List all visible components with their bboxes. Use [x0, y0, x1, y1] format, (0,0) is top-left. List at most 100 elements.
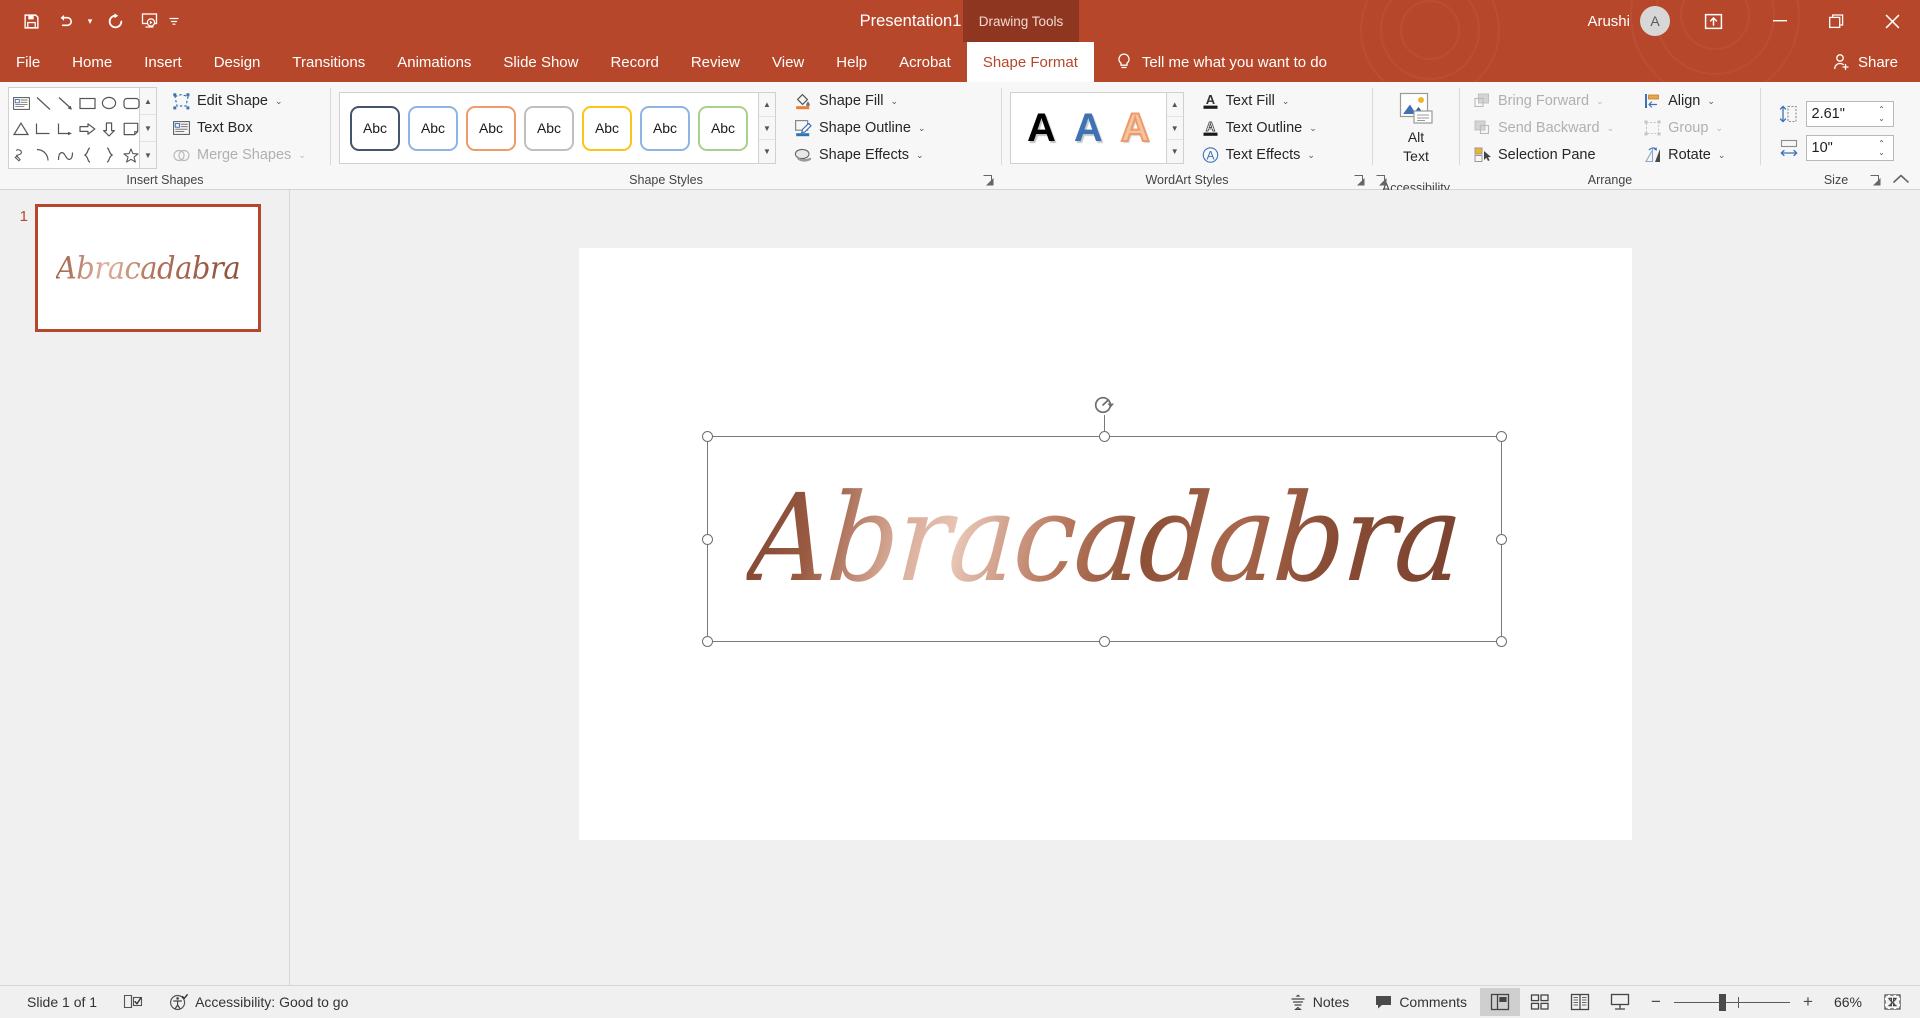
rounded-rectangle-shape-icon[interactable] — [121, 92, 141, 114]
tab-slide-show[interactable]: Slide Show — [487, 42, 594, 82]
normal-view-button[interactable] — [1480, 988, 1520, 1016]
notes-button[interactable]: Notes — [1277, 987, 1363, 1017]
resize-handle-bottom-left[interactable] — [701, 636, 713, 647]
zoom-slider-track[interactable] — [1674, 993, 1790, 1011]
shape-effects-dropdown-icon[interactable]: ⌄ — [916, 150, 924, 161]
resize-handle-bottom-right[interactable] — [1495, 636, 1507, 647]
shape-fill-button[interactable]: Shape Fill ⌄ — [788, 88, 931, 114]
tab-file[interactable]: File — [0, 42, 56, 82]
triangle-shape-icon[interactable] — [11, 118, 31, 140]
slide-canvas[interactable]: Abracadabra — [578, 248, 1632, 840]
shape-width-field[interactable]: ⌃⌄ — [1805, 135, 1894, 161]
shape-style-thumb[interactable]: Abc — [698, 105, 748, 151]
minimize-button[interactable] — [1752, 0, 1808, 42]
tab-design[interactable]: Design — [198, 42, 277, 82]
shape-style-thumb[interactable]: Abc — [408, 105, 458, 151]
shape-fill-dropdown-icon[interactable]: ⌄ — [890, 96, 898, 107]
resize-handle-top-left[interactable] — [701, 431, 713, 442]
shape-style-thumb[interactable]: Abc — [524, 105, 574, 151]
wordart-dialog-launcher[interactable] — [1353, 174, 1367, 188]
slide-indicator[interactable]: Slide 1 of 1 — [14, 987, 110, 1017]
edit-shape-dropdown-icon[interactable]: ⌄ — [275, 96, 283, 107]
reading-view-button[interactable] — [1560, 988, 1600, 1016]
shape-styles-scroll-up[interactable]: ▲ — [759, 93, 775, 117]
wordart-more[interactable]: ▼ — [1167, 140, 1183, 163]
selection-pane-button[interactable]: Selection Pane — [1468, 142, 1620, 168]
wordart-scroll-up[interactable]: ▲ — [1166, 93, 1183, 117]
wordart-gallery[interactable]: A A A — [1010, 92, 1167, 164]
elbow-arrow-connector-shape-icon[interactable] — [55, 118, 75, 140]
shape-styles-dialog-launcher[interactable] — [982, 174, 996, 188]
wordart-gallery-scroll[interactable]: ▲ ▼ ▼ — [1166, 92, 1184, 164]
slide-editing-area[interactable]: Abracadabra — [290, 190, 1920, 985]
shape-style-thumb[interactable]: Abc — [582, 105, 632, 151]
tab-view[interactable]: View — [756, 42, 820, 82]
rectangle-shape-icon[interactable] — [77, 92, 97, 114]
comments-button[interactable]: Comments — [1362, 987, 1480, 1017]
right-brace-shape-icon[interactable] — [99, 144, 119, 166]
elbow-connector-shape-icon[interactable] — [33, 118, 53, 140]
tell-me-search[interactable]: Tell me what you want to do — [1094, 42, 1327, 82]
rotate-handle[interactable] — [1093, 394, 1115, 416]
shape-style-thumb[interactable]: Abc — [466, 105, 516, 151]
star-shape-icon[interactable] — [121, 144, 141, 166]
shape-width-input[interactable] — [1806, 137, 1873, 159]
resize-handle-middle-left[interactable] — [701, 533, 713, 545]
slide-show-view-button[interactable] — [1600, 988, 1640, 1016]
slide-thumbnail-1[interactable]: Abracadabra — [35, 204, 261, 332]
left-brace-shape-icon[interactable] — [77, 144, 97, 166]
spell-check-icon[interactable] — [110, 987, 156, 1017]
text-outline-button[interactable]: A Text Outline ⌄ — [1196, 115, 1323, 141]
zoom-out-button[interactable]: − — [1648, 992, 1664, 1012]
start-presentation-icon[interactable] — [132, 6, 166, 36]
text-box-button[interactable]: Text Box — [167, 115, 312, 141]
shape-styles-scroll-down[interactable]: ▼ — [759, 117, 775, 141]
rotate-dropdown-icon[interactable]: ⌄ — [1718, 150, 1726, 161]
tab-insert[interactable]: Insert — [128, 42, 198, 82]
text-fill-dropdown-icon[interactable]: ⌄ — [1282, 96, 1290, 107]
text-box-shape-icon[interactable] — [11, 92, 31, 114]
line-shape-icon[interactable] — [33, 92, 53, 114]
wordart-thumb[interactable]: A — [1027, 108, 1056, 148]
resize-handle-top-right[interactable] — [1495, 431, 1507, 442]
zoom-in-button[interactable]: + — [1800, 992, 1816, 1012]
down-arrow-shape-icon[interactable] — [99, 118, 119, 140]
shape-styles-more[interactable]: ▼ — [759, 140, 775, 163]
shape-style-thumb[interactable]: Abc — [350, 105, 400, 151]
resize-handle-top-center[interactable] — [1098, 431, 1110, 442]
customize-qat-icon[interactable] — [166, 6, 182, 36]
wordart-thumb[interactable]: A — [1074, 108, 1103, 148]
zoom-level[interactable]: 66% — [1824, 994, 1872, 1010]
text-outline-dropdown-icon[interactable]: ⌄ — [1309, 123, 1317, 134]
tab-help[interactable]: Help — [820, 42, 883, 82]
accessibility-dialog-launcher[interactable] — [1375, 174, 1389, 188]
folded-corner-shape-icon[interactable] — [121, 118, 141, 140]
resize-handle-bottom-center[interactable] — [1098, 636, 1110, 647]
arc-shape-icon[interactable] — [33, 144, 53, 166]
tab-acrobat[interactable]: Acrobat — [883, 42, 967, 82]
shape-effects-button[interactable]: Shape Effects ⌄ — [788, 142, 931, 168]
collapse-ribbon-button[interactable] — [1892, 173, 1910, 185]
shape-height-field[interactable]: ⌃⌄ — [1805, 101, 1894, 127]
shape-gallery-more[interactable]: ▼ — [140, 142, 156, 168]
line-arrow-shape-icon[interactable] — [55, 92, 75, 114]
wordart-scroll-down[interactable]: ▼ — [1166, 117, 1183, 141]
wordart-thumb[interactable]: A — [1120, 107, 1151, 149]
share-button[interactable]: Share — [1833, 42, 1898, 82]
shape-styles-gallery[interactable]: Abc Abc Abc Abc Abc Abc Abc — [339, 92, 759, 164]
slide-sorter-view-button[interactable] — [1520, 988, 1560, 1016]
avatar[interactable]: A — [1640, 6, 1670, 36]
right-arrow-shape-icon[interactable] — [77, 118, 97, 140]
shape-style-thumb[interactable]: Abc — [640, 105, 690, 151]
shape-width-spinner[interactable]: ⌃ ⌄ — [1873, 136, 1891, 160]
zoom-slider-thumb[interactable] — [1719, 993, 1726, 1011]
accessibility-status[interactable]: Accessibility: Good to go — [156, 987, 361, 1017]
align-dropdown-icon[interactable]: ⌄ — [1707, 96, 1715, 107]
save-icon[interactable] — [14, 6, 48, 36]
shape-outline-dropdown-icon[interactable]: ⌄ — [918, 123, 926, 134]
edit-shape-button[interactable]: Edit Shape ⌄ — [167, 88, 312, 114]
text-effects-dropdown-icon[interactable]: ⌄ — [1307, 150, 1315, 161]
tab-animations[interactable]: Animations — [381, 42, 487, 82]
alt-text-button[interactable]: Alt Text — [1385, 86, 1447, 178]
close-button[interactable] — [1864, 0, 1920, 42]
